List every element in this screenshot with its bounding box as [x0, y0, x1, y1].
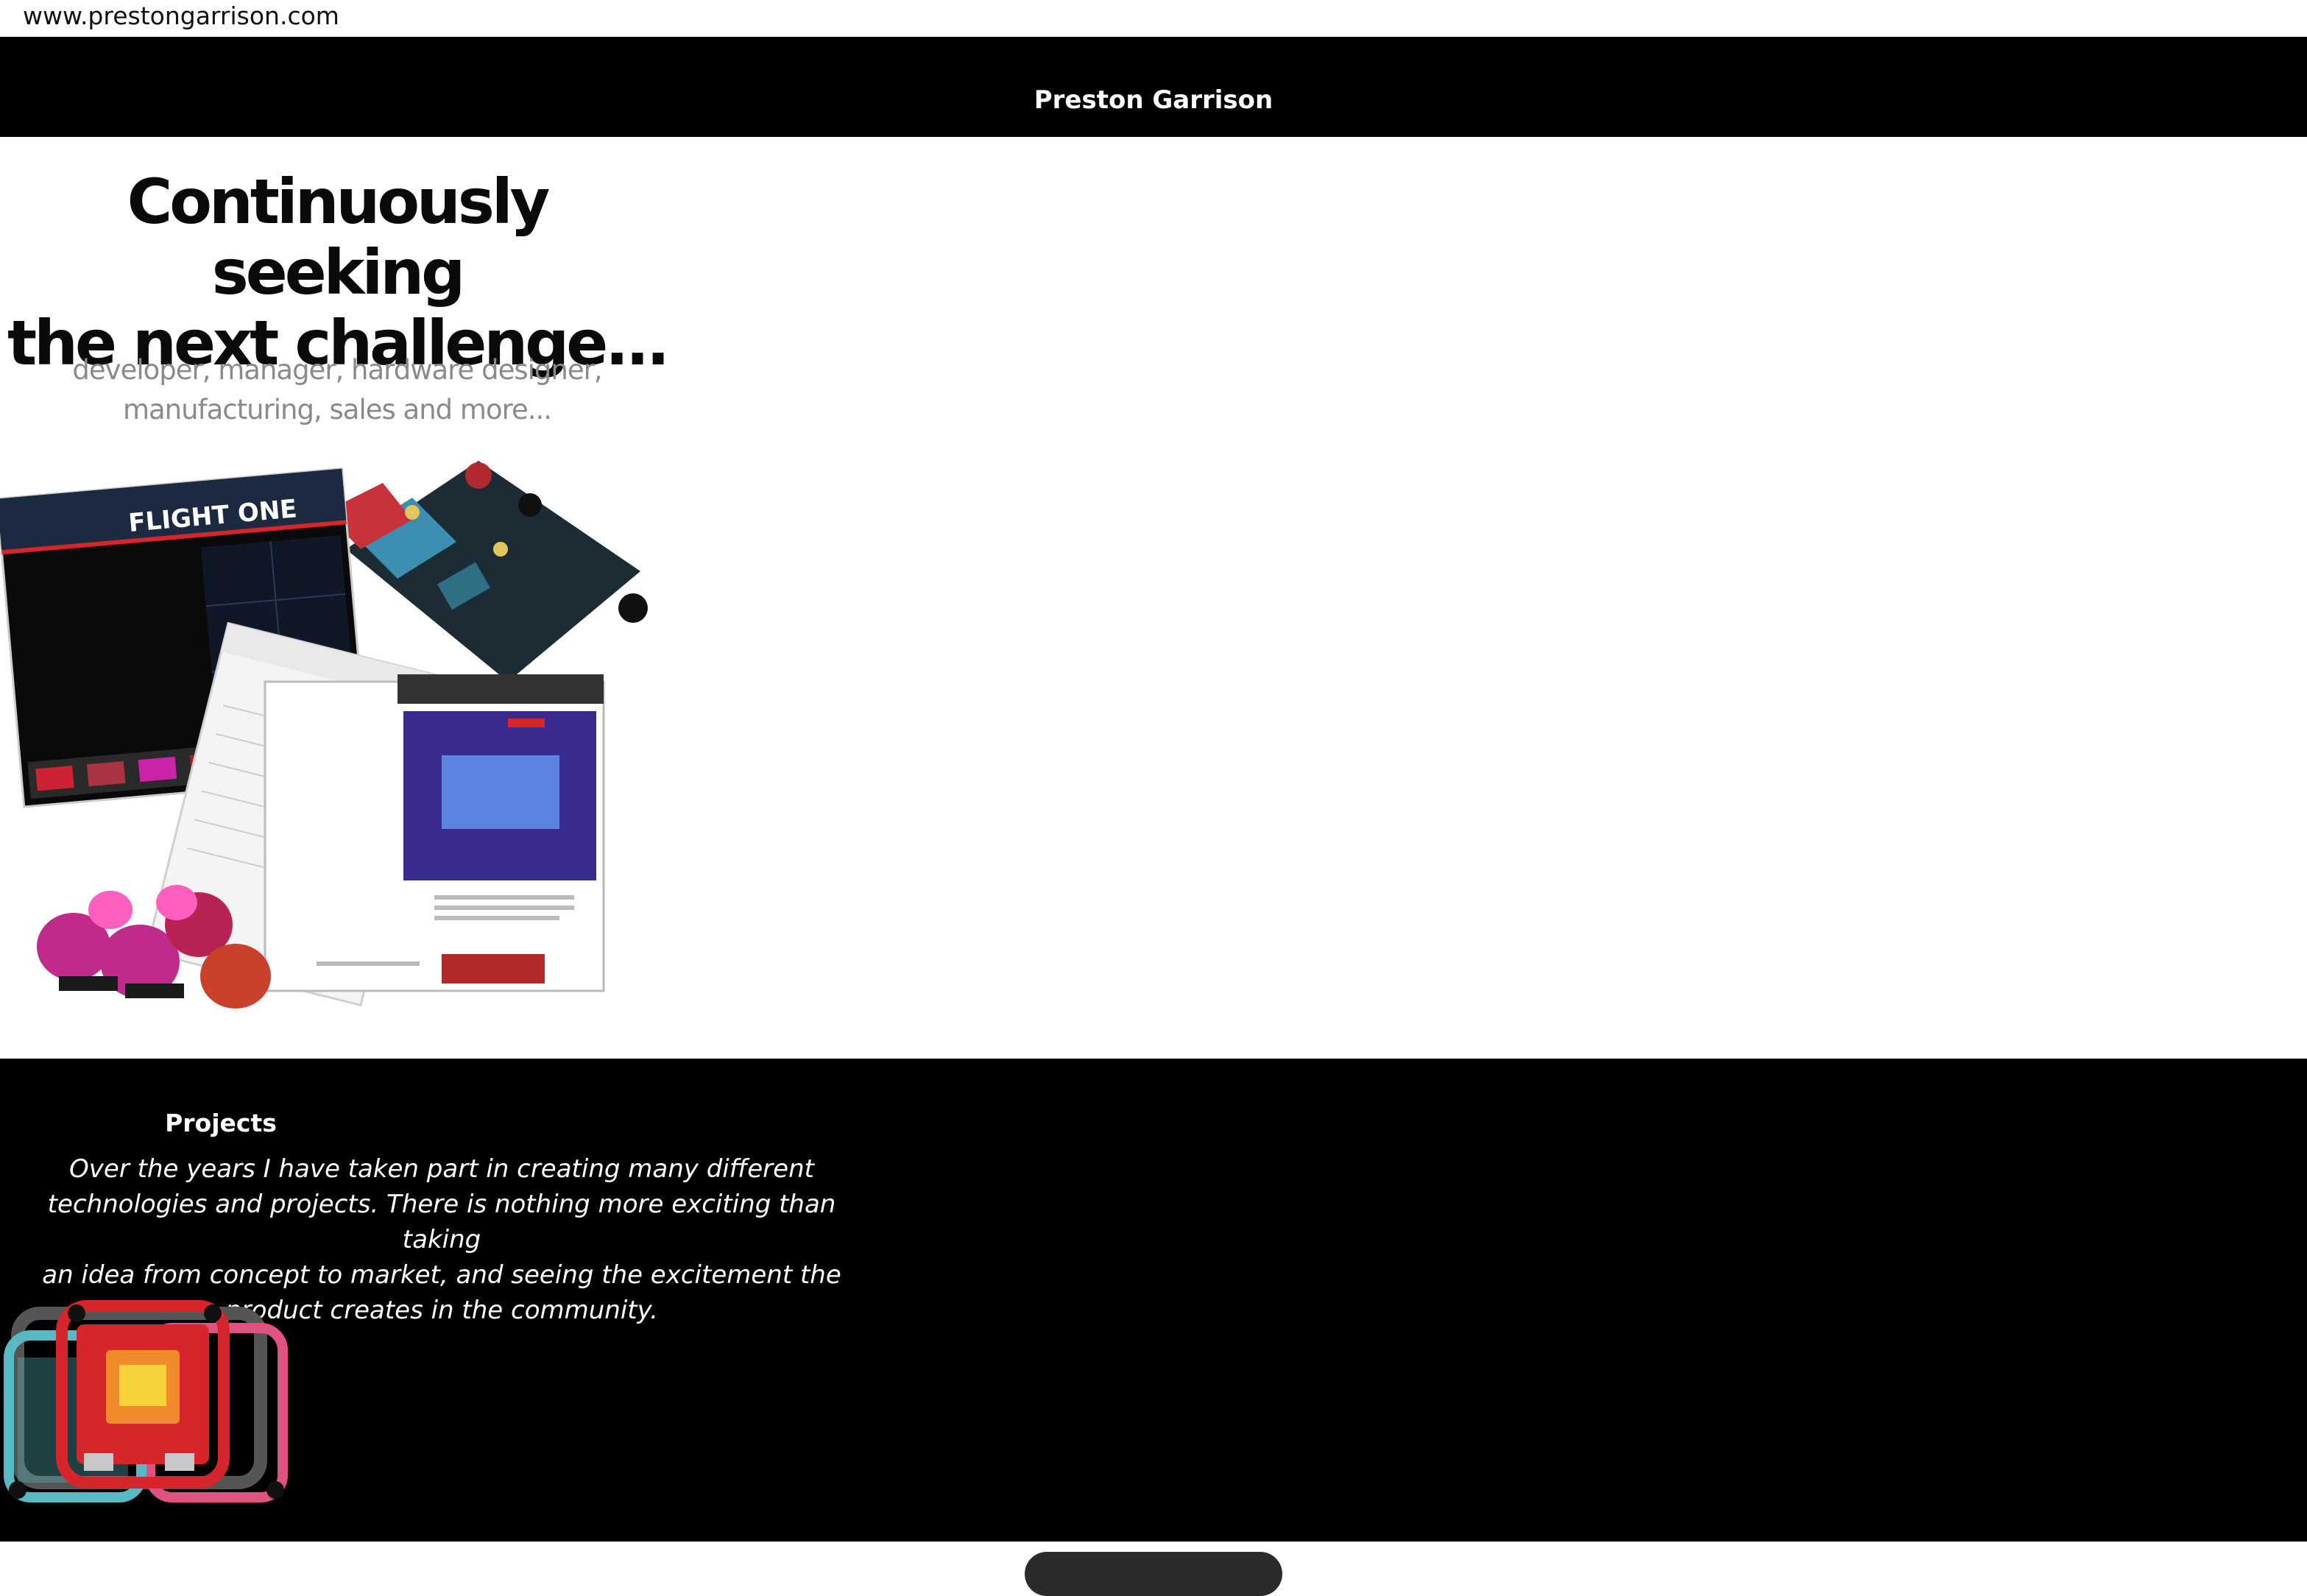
flight-controller-board-image [324, 461, 648, 682]
hero-subtitle-line: manufacturing, sales and more... [122, 394, 552, 426]
product-collage-image: FLIGHT ONE [0, 461, 648, 1009]
projects-heading: Projects [165, 1109, 277, 1137]
site-brand-link[interactable]: Preston Garrison [0, 85, 2307, 115]
hero-subtitle-line: developer, manager, hardware designer, [72, 354, 602, 386]
website-screenshot [264, 674, 605, 992]
projects-description-line: technologies and projects. There is noth… [47, 1190, 836, 1254]
floating-toolbar[interactable] [1025, 1552, 1282, 1596]
site-header: Preston Garrison [0, 37, 2307, 137]
hero-title: Continuously seeking the next challenge.… [0, 166, 674, 378]
hero-subtitle: developer, manager, hardware designer, m… [29, 350, 645, 430]
hero-title-line: Continuously seeking [127, 166, 551, 308]
browser-url-bar: www.prestongarrison.com [0, 0, 2307, 37]
projects-description-line: Over the years I have taken part in crea… [69, 1154, 814, 1184]
hero-section: Continuously seeking the next challenge.… [0, 137, 2307, 1059]
projects-description-line: an idea from concept to market, and seei… [42, 1260, 841, 1290]
page-url: www.prestongarrison.com [23, 1, 339, 30]
flight-controller-stack-image[interactable] [3, 1299, 294, 1505]
projects-section: Projects Over the years I have taken par… [0, 1059, 2307, 1542]
page-footer [0, 1542, 2307, 1596]
